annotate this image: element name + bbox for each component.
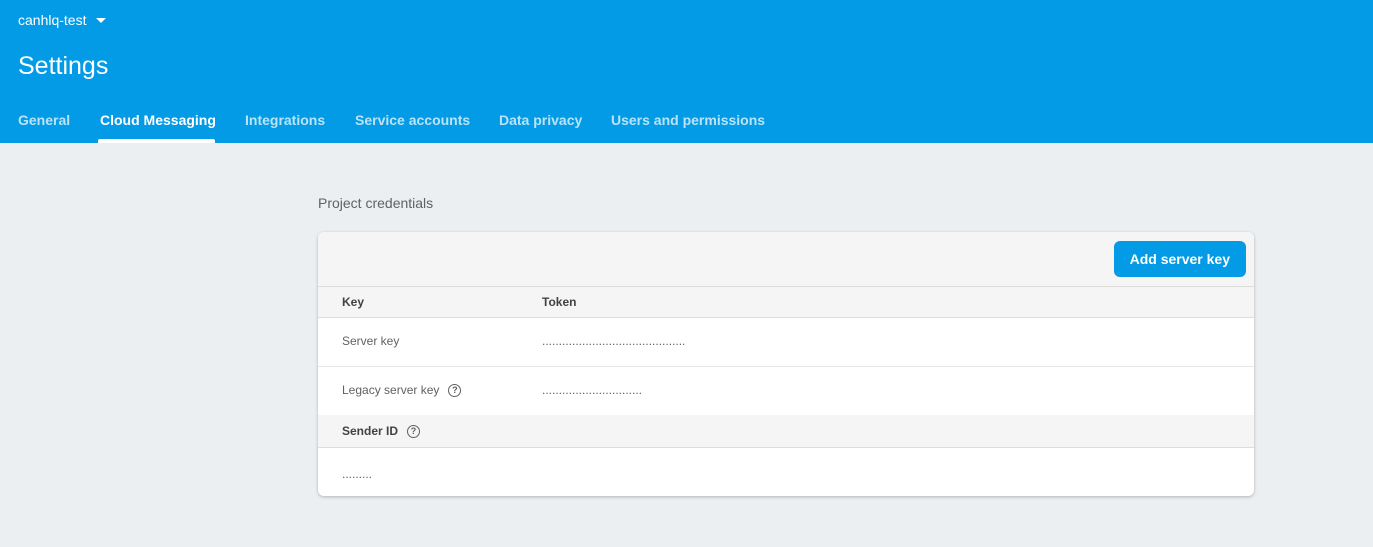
sender-id-label: Sender ID ? bbox=[342, 424, 421, 438]
legacy-server-key-label: Legacy server key ? bbox=[342, 383, 462, 397]
sender-id-label-text: Sender ID bbox=[342, 424, 399, 438]
tab-integrations[interactable]: Integrations bbox=[245, 104, 325, 143]
caret-down-icon bbox=[96, 17, 107, 23]
card-toolbar: Add server key bbox=[318, 232, 1254, 287]
add-server-key-button[interactable]: Add server key bbox=[1113, 241, 1246, 277]
sender-id-value[interactable]: ......... bbox=[342, 467, 372, 481]
active-tab-indicator bbox=[98, 139, 215, 143]
server-key-label: Server key bbox=[342, 334, 399, 348]
tab-users-and-permissions[interactable]: Users and permissions bbox=[611, 104, 765, 143]
help-icon[interactable]: ? bbox=[407, 424, 421, 438]
row-key-text: Server key bbox=[342, 334, 400, 348]
page-title: Settings bbox=[18, 52, 109, 80]
help-icon[interactable]: ? bbox=[448, 383, 462, 397]
column-header-key: Key bbox=[342, 295, 365, 309]
project-switcher[interactable]: canhlq-test bbox=[18, 10, 107, 30]
table-row: Legacy server key ? ....................… bbox=[318, 367, 1254, 416]
tab-cloud-messaging[interactable]: Cloud Messaging bbox=[100, 104, 216, 143]
tab-service-accounts[interactable]: Service accounts bbox=[355, 104, 470, 143]
sender-id-header: Sender ID ? bbox=[318, 415, 1254, 448]
tab-data-privacy[interactable]: Data privacy bbox=[499, 104, 582, 143]
column-header-token: Token bbox=[542, 295, 577, 309]
legacy-server-key-token[interactable]: .............................. bbox=[542, 383, 642, 397]
project-name: canhlq-test bbox=[18, 12, 87, 28]
table-header: Key Token bbox=[318, 287, 1254, 318]
tab-general[interactable]: General bbox=[18, 104, 70, 143]
table-row: Server key .............................… bbox=[318, 318, 1254, 367]
credentials-card: Add server key Key Token Server key ....… bbox=[318, 232, 1254, 496]
app-header: canhlq-test Settings General Cloud Messa… bbox=[0, 0, 1373, 143]
section-title: Project credentials bbox=[318, 195, 434, 211]
row-key-text: Legacy server key bbox=[342, 383, 440, 397]
server-key-token[interactable]: ........................................… bbox=[542, 334, 685, 348]
